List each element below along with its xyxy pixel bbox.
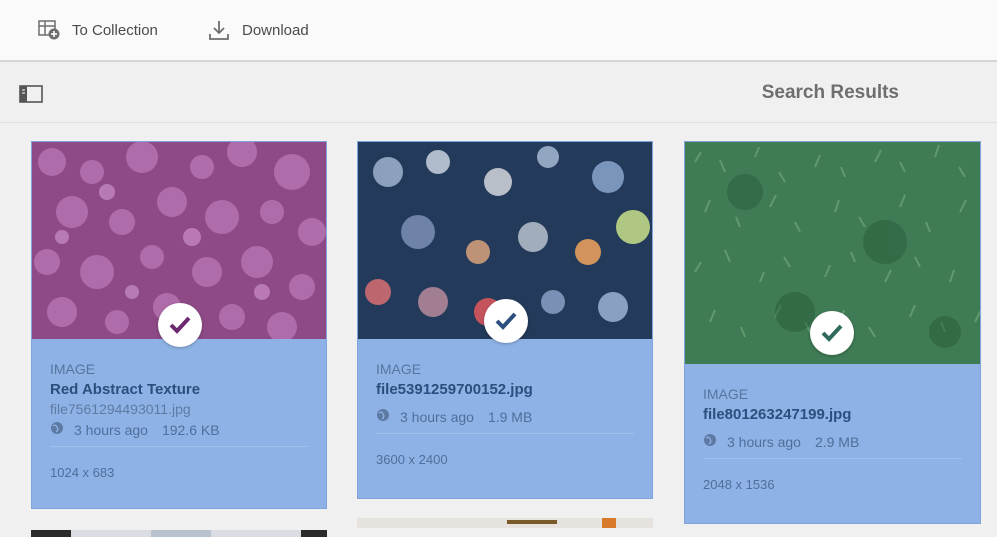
asset-card[interactable]: IMAGE Red Abstract Texture file756129449… <box>31 141 327 509</box>
asset-dimensions: 3600 x 2400 <box>376 452 448 467</box>
to-collection-label: To Collection <box>72 21 158 39</box>
globe-icon <box>376 408 390 425</box>
divider <box>50 446 308 447</box>
asset-card-partial[interactable] <box>31 527 327 537</box>
asset-title: file5391259700152.jpg <box>376 381 533 398</box>
asset-dimensions: 1024 x 683 <box>50 465 115 480</box>
add-to-collection-icon <box>38 20 60 40</box>
globe-icon <box>50 421 64 438</box>
check-icon[interactable] <box>484 299 528 343</box>
asset-filename: file7561294493011.jpg <box>50 401 191 417</box>
asset-size: 1.9 MB <box>487 408 533 425</box>
to-collection-button[interactable]: To Collection <box>38 0 158 60</box>
check-icon[interactable] <box>810 311 854 355</box>
asset-size: 192.6 KB <box>161 421 220 438</box>
asset-card[interactable]: IMAGE file801263247199.jpg 3 hours ago 2… <box>684 141 981 524</box>
check-icon[interactable] <box>158 303 202 347</box>
asset-size: 2.9 MB <box>814 433 860 450</box>
asset-modified-time: 3 hours ago <box>400 408 474 425</box>
divider <box>376 433 634 434</box>
asset-card-partial[interactable] <box>357 518 653 528</box>
asset-card[interactable]: IMAGE file5391259700152.jpg 3 hours ago … <box>357 141 653 499</box>
download-button[interactable]: Download <box>208 0 309 60</box>
download-label: Download <box>242 21 309 39</box>
page-title: Search Results <box>761 82 899 103</box>
download-icon <box>208 19 230 41</box>
asset-type: IMAGE <box>376 361 422 377</box>
asset-modified-time: 3 hours ago <box>74 421 148 438</box>
asset-type: IMAGE <box>50 361 96 377</box>
asset-dimensions: 2048 x 1536 <box>703 477 775 492</box>
rail-toggle-icon[interactable] <box>19 85 43 108</box>
globe-icon <box>703 433 717 450</box>
asset-type: IMAGE <box>703 386 749 402</box>
asset-modified-time: 3 hours ago <box>727 433 801 450</box>
asset-title: Red Abstract Texture <box>50 381 201 398</box>
asset-title: file801263247199.jpg <box>703 406 852 423</box>
divider <box>703 458 962 459</box>
action-toolbar: To Collection Download <box>0 0 997 62</box>
results-header: Search Results <box>0 62 997 123</box>
